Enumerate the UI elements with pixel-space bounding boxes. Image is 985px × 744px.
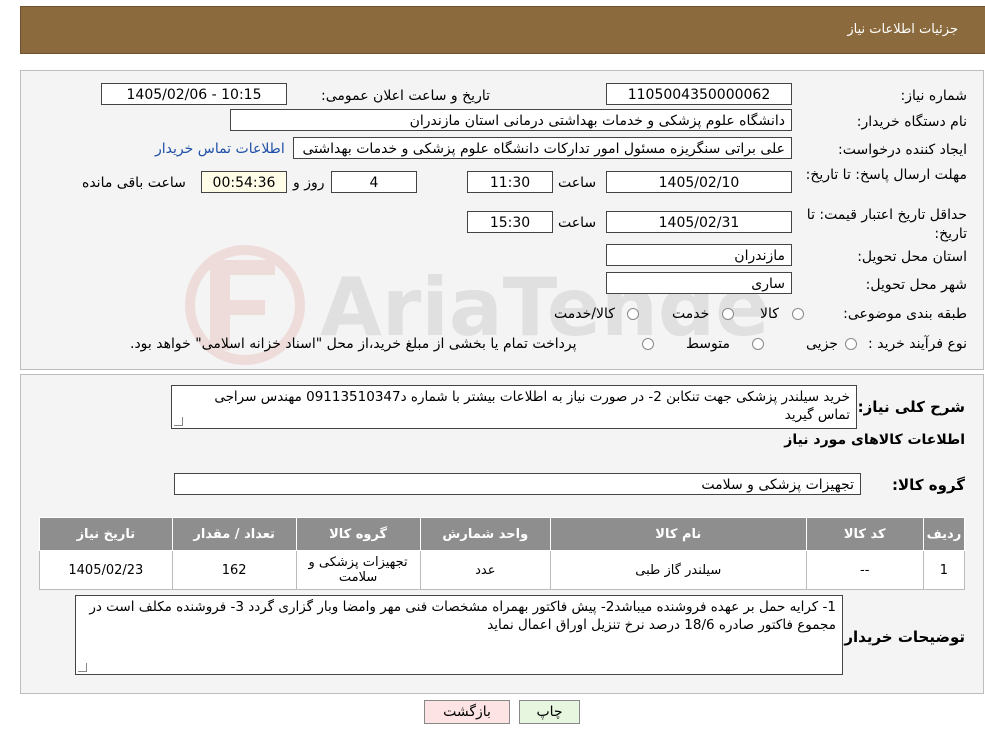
process-label: نوع فرآیند خرید : [868,336,967,352]
goods-info-title: اطلاعات کالاهای مورد نیاز [784,432,965,448]
summary-label: شرح کلی نیاز: [857,398,965,416]
remaining-label: ساعت باقی مانده [82,175,186,191]
validity-time-label: ساعت [558,215,597,231]
buyer-contact-link[interactable]: اطلاعات تماس خریدار [155,141,285,157]
process-radio-minor[interactable] [845,338,857,350]
category-option-service: خدمت [672,306,710,322]
cell-qty: 162 [171,550,297,590]
category-radio-service[interactable] [722,308,734,320]
goods-group-field: تجهیزات پزشکی و سلامت [174,473,861,495]
deadline-label: مهلت ارسال پاسخ: تا تاریخ: [805,167,967,183]
page-title: جزئیات اطلاعات نیاز [847,22,958,37]
cell-row: 1 [922,550,966,590]
col-date: تاریخ نیاز [39,517,173,551]
remaining-time-field: 00:54:36 [201,171,287,193]
category-label: طبقه بندی موضوعی: [843,306,967,322]
buyer-org-field: دانشگاه علوم پزشکی و خدمات بهداشتی درمان… [230,109,792,131]
cell-name: سیلندر گاز طبی [550,550,807,590]
col-code: کد کالا [805,517,924,551]
buyer-org-label: نام دستگاه خریدار: [856,114,967,130]
cell-unit: عدد [419,550,552,590]
validity-label: حداقل تاریخ اعتبار قیمت: تا تاریخ: [806,207,967,242]
table-row: 1 -- سیلندر گاز طبی عدد تجهیزات پزشکی و … [39,550,966,590]
goods-table: ردیف کد کالا نام کالا واحد شمارش گروه کا… [39,517,966,590]
deadline-date-field: 1405/02/10 [606,171,792,193]
province-field: مازندران [606,244,792,266]
col-name: نام کالا [550,517,807,551]
days-label: روز و [293,175,325,191]
cell-date: 1405/02/23 [39,550,173,590]
days-field: 4 [331,171,417,193]
back-button[interactable]: بازگشت [424,700,510,724]
process-radio-treasury[interactable] [642,338,654,350]
category-option-goods-service: کالا/خدمت [554,306,615,322]
announce-label: تاریخ و ساعت اعلان عمومی: [321,88,490,104]
summary-text: خرید سیلندر پزشکی جهت تنکابن 2- در صورت … [214,389,850,423]
col-group: گروه کالا [295,517,421,551]
deadline-time-field: 11:30 [467,171,553,193]
buyer-notes-text: 1- کرایه حمل بر عهده فروشنده میباشد2- پی… [89,599,836,633]
validity-date-field: 1405/02/31 [606,211,792,233]
category-option-goods: کالا [760,306,779,322]
col-qty: تعداد / مقدار [171,517,297,551]
col-unit: واحد شمارش [419,517,552,551]
cell-group: تجهیزات پزشکی و سلامت [295,550,421,590]
need-number-label: شماره نیاز: [900,88,968,104]
summary-textarea[interactable]: خرید سیلندر پزشکی جهت تنکابن 2- در صورت … [171,385,857,429]
need-number-field: 1105004350000062 [606,83,792,105]
resize-grip-icon[interactable] [78,663,87,672]
creator-field: علی براتی سنگریزه مسئول امور تدارکات دان… [293,137,792,159]
city-label: شهر محل تحویل: [865,277,967,293]
cell-code: -- [805,550,924,590]
goods-table-header: ردیف کد کالا نام کالا واحد شمارش گروه کا… [39,517,966,551]
announce-field: 1405/02/06 - 10:15 [101,83,287,105]
province-label: استان محل تحویل: [857,249,967,265]
process-option-medium: متوسط [686,336,730,352]
col-row: ردیف [922,517,966,551]
page-header: جزئیات اطلاعات نیاز [20,6,985,54]
print-button[interactable]: چاپ [519,700,580,724]
process-option-minor: جزیی [806,336,838,352]
buyer-notes-label: توضیحات خریدار: [838,628,965,646]
process-note: پرداخت تمام یا بخشی از مبلغ خرید،از محل … [130,336,577,352]
validity-time-field: 15:30 [467,211,553,233]
creator-label: ایجاد کننده درخواست: [838,142,967,158]
process-radio-medium[interactable] [752,338,764,350]
resize-grip-icon[interactable] [174,417,183,426]
category-radio-goods[interactable] [792,308,804,320]
city-field: ساری [606,272,792,294]
buyer-notes-textarea[interactable]: 1- کرایه حمل بر عهده فروشنده میباشد2- پی… [75,595,843,675]
category-radio-goods-service[interactable] [627,308,639,320]
deadline-time-label: ساعت [558,175,597,191]
goods-group-label: گروه کالا: [892,476,965,494]
